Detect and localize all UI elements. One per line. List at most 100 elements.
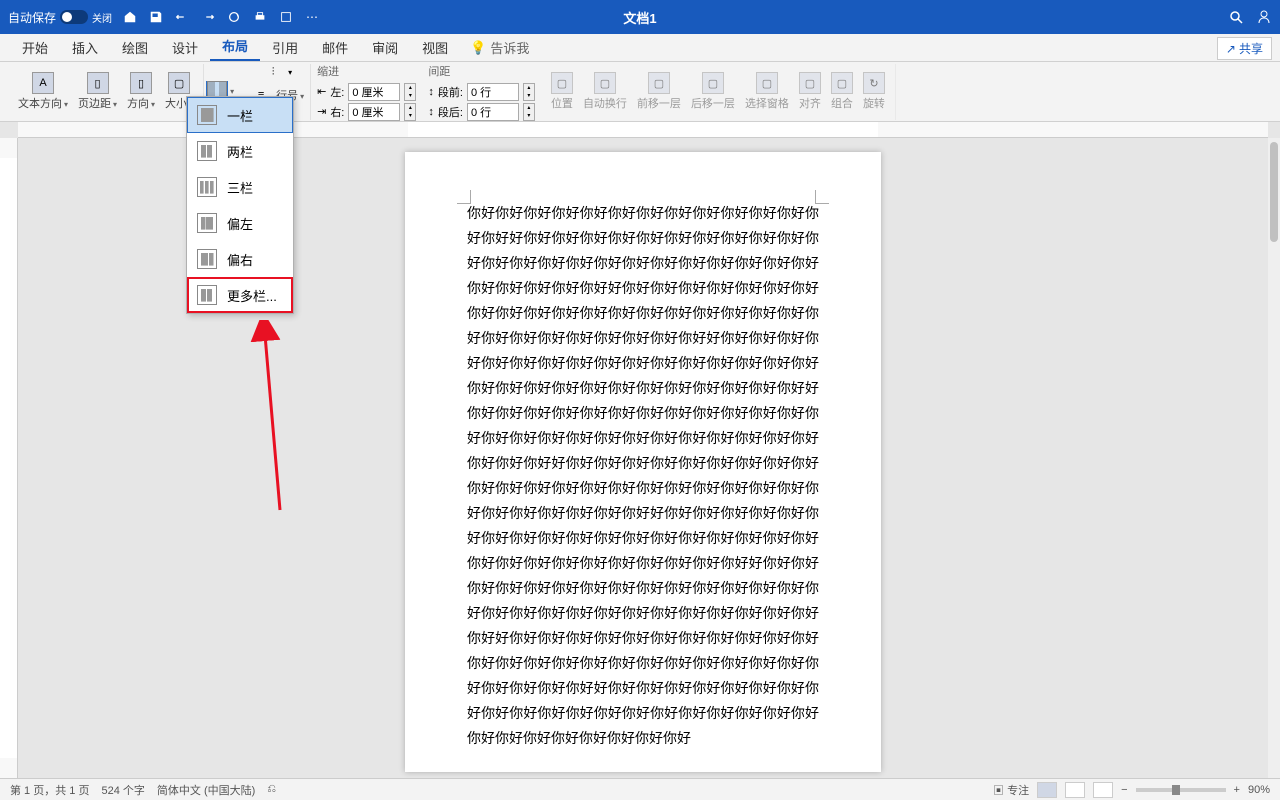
account-icon[interactable] — [1256, 9, 1272, 25]
align-button: ▢对齐 — [795, 70, 825, 113]
wrap-text-button: ▢自动换行 — [579, 70, 631, 113]
tab-draw[interactable]: 绘图 — [110, 34, 160, 61]
home-icon[interactable] — [118, 5, 142, 29]
rotate-button: ↻旋转 — [859, 70, 889, 113]
spacing-heading: 间距 — [428, 63, 535, 79]
tab-design[interactable]: 设计 — [160, 34, 210, 61]
tab-insert[interactable]: 插入 — [60, 34, 110, 61]
columns-one-label: 一栏 — [227, 106, 253, 125]
columns-option-two[interactable]: 两栏 — [187, 133, 293, 169]
document-body-text[interactable]: 你好你好你好你好你好你好你好你好你好你好你好你好你好你好好你好你好你好你好你好你… — [467, 202, 819, 752]
zoom-slider[interactable] — [1136, 788, 1226, 792]
columns-three-label: 三栏 — [227, 178, 253, 197]
columns-option-one[interactable]: 一栏 — [187, 97, 293, 133]
focus-mode[interactable]: ▣ 专注 — [993, 782, 1029, 798]
zoom-out-button[interactable]: − — [1121, 784, 1127, 796]
columns-option-right[interactable]: 偏右 — [187, 241, 293, 277]
more-icon[interactable]: ⋯ — [300, 5, 324, 29]
indent-heading: 缩进 — [317, 63, 416, 79]
text-direction-icon: A — [32, 72, 54, 94]
undo-icon[interactable] — [170, 5, 194, 29]
autosave-label: 自动保存 — [8, 9, 56, 26]
indent-left-spinner[interactable]: ▴▾ — [404, 83, 416, 101]
word-count[interactable]: 524 个字 — [101, 782, 144, 798]
group-button: ▢组合 — [827, 70, 857, 113]
one-column-icon — [197, 105, 217, 125]
margin-marker-tr — [815, 190, 829, 204]
more-columns-icon — [197, 285, 217, 305]
web-layout-view[interactable] — [1093, 782, 1113, 798]
chevron-down-icon: ▾ — [230, 87, 234, 96]
wrap-icon: ▢ — [594, 72, 616, 94]
backward-icon: ▢ — [702, 72, 724, 94]
right-column-icon — [197, 249, 217, 269]
page-info[interactable]: 第 1 页，共 1 页 — [10, 782, 89, 798]
tab-references[interactable]: 引用 — [260, 34, 310, 61]
spacing-after-input[interactable] — [467, 103, 519, 121]
ribbon-tabs: 开始 插入 绘图 设计 布局 引用 邮件 审阅 视图 💡 告诉我 ↗ 共享 — [0, 34, 1280, 62]
redo-icon[interactable] — [196, 5, 220, 29]
refresh-icon[interactable] — [222, 5, 246, 29]
group-icon: ▢ — [831, 72, 853, 94]
indent-right-input[interactable] — [348, 103, 400, 121]
indent-left-label: 左: — [330, 84, 344, 100]
three-column-icon — [197, 177, 217, 197]
indent-left-input[interactable] — [348, 83, 400, 101]
zoom-level[interactable]: 90% — [1248, 784, 1270, 796]
columns-option-more[interactable]: 更多栏... — [187, 277, 293, 313]
text-direction-label: 文本方向 — [18, 95, 68, 111]
quick-access-toolbar: ⋯ — [118, 5, 324, 29]
scroll-thumb[interactable] — [1270, 142, 1278, 242]
columns-left-label: 偏左 — [227, 214, 253, 233]
tab-layout[interactable]: 布局 — [210, 32, 260, 61]
status-bar: 第 1 页，共 1 页 524 个字 简体中文 (中国大陆) ⎌ ▣ 专注 − … — [0, 778, 1280, 800]
zoom-in-button[interactable]: + — [1234, 784, 1240, 796]
columns-option-left[interactable]: 偏左 — [187, 205, 293, 241]
orientation-button[interactable]: ▯ 方向 — [123, 70, 159, 113]
share-label: 共享 — [1239, 40, 1263, 57]
text-direction-button[interactable]: A 文本方向 — [14, 70, 72, 113]
read-mode-view[interactable] — [1065, 782, 1085, 798]
print-layout-view[interactable] — [1037, 782, 1057, 798]
tab-mailings[interactable]: 邮件 — [310, 34, 360, 61]
spacing-before-input[interactable] — [467, 83, 519, 101]
document-page[interactable]: 你好你好你好你好你好你好你好你好你好你好你好你好你好你好好你好你好你好你好你好你… — [405, 152, 881, 772]
margin-marker-tl — [457, 190, 471, 204]
search-icon[interactable] — [1228, 9, 1244, 25]
accessibility-icon[interactable]: ⎌ — [267, 783, 276, 796]
align-icon: ▢ — [799, 72, 821, 94]
spacing-after-spinner[interactable]: ▴▾ — [523, 103, 535, 121]
forward-icon: ▢ — [648, 72, 670, 94]
margins-button[interactable]: ▯ 页边距 — [74, 70, 121, 113]
spacing-after-label: 段后: — [438, 104, 463, 120]
save-icon[interactable] — [144, 5, 168, 29]
share-quick-icon[interactable] — [274, 5, 298, 29]
indent-right-label: 右: — [330, 104, 344, 120]
spacing-before-label: 段前: — [438, 84, 463, 100]
columns-right-label: 偏右 — [227, 250, 253, 269]
bulb-icon: 💡 — [470, 40, 486, 56]
switch-icon — [60, 10, 88, 24]
autosave-toggle[interactable]: 自动保存 关闭 — [8, 9, 112, 26]
document-title: 文档1 — [623, 8, 656, 27]
language-status[interactable]: 简体中文 (中国大陆) — [157, 782, 255, 798]
vertical-ruler[interactable] — [0, 138, 18, 778]
print-icon[interactable] — [248, 5, 272, 29]
position-icon: ▢ — [551, 72, 573, 94]
share-button[interactable]: ↗ 共享 — [1217, 37, 1272, 60]
tab-home[interactable]: 开始 — [10, 34, 60, 61]
tab-view[interactable]: 视图 — [410, 34, 460, 61]
indent-group: 缩进 ⇤ 左: ▴▾ ⇥ 右: ▴▾ — [311, 63, 422, 121]
spacing-before-spinner[interactable]: ▴▾ — [523, 83, 535, 101]
vertical-scrollbar[interactable] — [1268, 138, 1280, 778]
spacing-before-icon: ↕ — [428, 86, 434, 98]
tell-me-search[interactable]: 💡 告诉我 — [460, 34, 539, 61]
selection-pane-button[interactable]: ▢选择窗格 — [741, 70, 793, 113]
columns-option-three[interactable]: 三栏 — [187, 169, 293, 205]
tab-review[interactable]: 审阅 — [360, 34, 410, 61]
breaks-button[interactable]: ⫶ — [262, 62, 284, 84]
columns-dropdown-menu: 一栏 两栏 三栏 偏左 偏右 更多栏... — [186, 96, 294, 314]
rotate-icon: ↻ — [863, 72, 885, 94]
left-column-icon — [197, 213, 217, 233]
indent-right-spinner[interactable]: ▴▾ — [404, 103, 416, 121]
